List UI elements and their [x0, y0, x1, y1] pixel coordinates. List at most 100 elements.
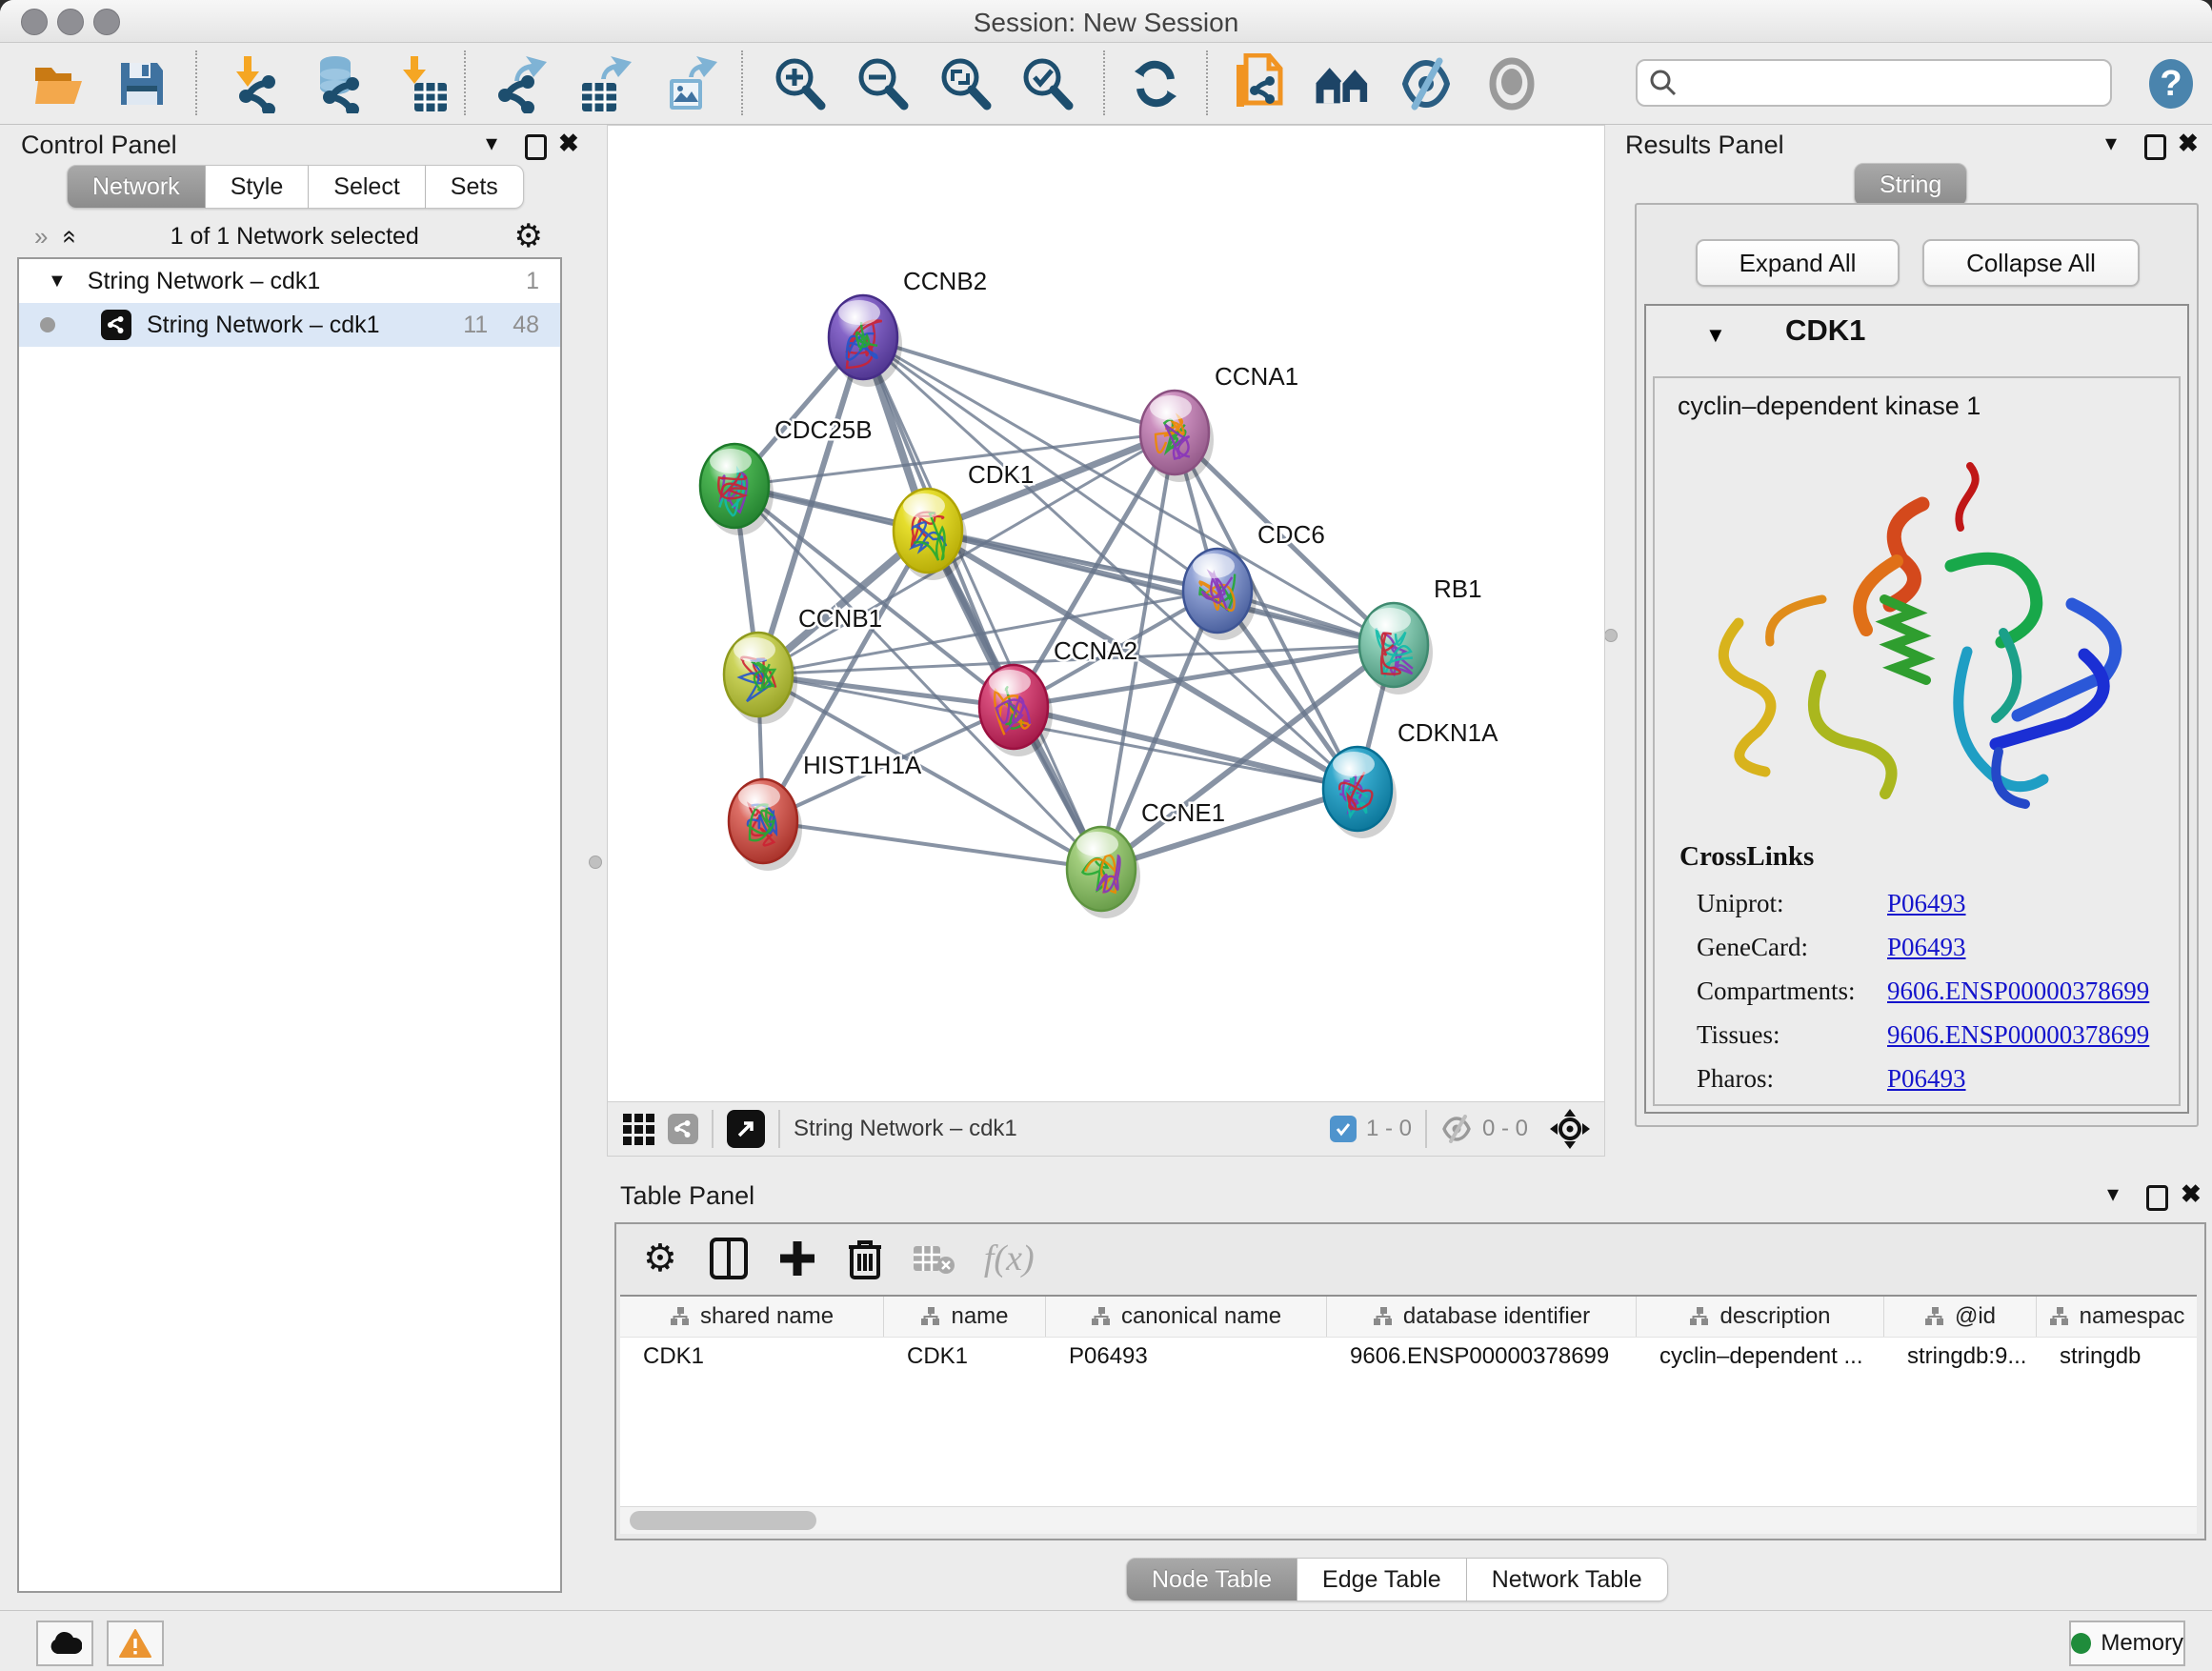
float-panel-icon[interactable]: [525, 134, 547, 160]
crosslink-value[interactable]: 9606.ENSP00000378699: [1887, 976, 2149, 1006]
network-node-ccna1[interactable]: CCNA1: [1140, 362, 1298, 482]
table-row[interactable]: CDK1 CDK1 P06493 9606.ENSP00000378699 cy…: [620, 1337, 2197, 1376]
zoom-selected-icon[interactable]: [1017, 54, 1076, 113]
crosslink-value[interactable]: P06493: [1887, 933, 1966, 962]
open-in-browser-icon[interactable]: [727, 1110, 765, 1148]
network-node-ccne1[interactable]: CCNE1: [1067, 798, 1225, 918]
network-share-icon[interactable]: [668, 1114, 698, 1144]
import-table-icon[interactable]: [392, 54, 452, 113]
export-network-icon[interactable]: [493, 54, 552, 113]
network-edge[interactable]: [863, 337, 1394, 645]
table-header-row: shared name name canonical name database…: [620, 1297, 2197, 1337]
first-neighbors-icon[interactable]: [1313, 54, 1372, 113]
float-panel-icon[interactable]: [2144, 134, 2166, 160]
tab-network-table[interactable]: Network Table: [1467, 1558, 1668, 1601]
network-node-hist1h1a[interactable]: HIST1H1A: [729, 751, 922, 871]
fit-content-crosshair-icon[interactable]: [1549, 1108, 1591, 1150]
tab-edge-table[interactable]: Edge Table: [1297, 1558, 1467, 1601]
crosslink-value[interactable]: 9606.ENSP00000378699: [1887, 1020, 2149, 1050]
tab-node-table[interactable]: Node Table: [1126, 1558, 1297, 1601]
create-column-plus-icon[interactable]: [778, 1239, 816, 1278]
tab-style[interactable]: Style: [206, 165, 310, 209]
cloud-status-button[interactable]: [36, 1621, 93, 1666]
network-collection-row[interactable]: ▼ String Network – cdk1 1: [19, 259, 560, 303]
function-builder-icon[interactable]: f(x): [984, 1238, 1035, 1279]
column-header[interactable]: database identifier: [1327, 1297, 1637, 1337]
hide-selected-icon[interactable]: [1397, 54, 1456, 113]
title-bar: Session: New Session: [0, 0, 2212, 43]
column-header[interactable]: shared name: [620, 1297, 884, 1337]
column-header[interactable]: canonical name: [1046, 1297, 1327, 1337]
vertical-splitter-handle[interactable]: [589, 856, 602, 869]
network-label: String Network – cdk1: [147, 312, 380, 339]
delete-table-icon[interactable]: [912, 1242, 955, 1275]
horizontal-scrollbar[interactable]: [620, 1506, 2197, 1534]
column-header[interactable]: description: [1637, 1297, 1884, 1337]
network-edge[interactable]: [863, 337, 1101, 869]
export-image-icon[interactable]: [661, 54, 720, 113]
control-panel-title: Control Panel: [21, 131, 177, 160]
network-node-cdc25b[interactable]: CDC25B: [700, 415, 873, 535]
collapse-panel-icon[interactable]: ▾: [486, 134, 497, 153]
node-label: CDC6: [1257, 520, 1325, 549]
import-network-icon[interactable]: [224, 54, 283, 113]
table-settings-gear-icon[interactable]: ⚙: [643, 1237, 677, 1280]
tab-network[interactable]: Network: [67, 165, 206, 209]
node-label: CDKN1A: [1398, 718, 1498, 747]
expand-all-tree-icon[interactable]: »: [34, 222, 48, 252]
memory-button[interactable]: Memory: [2069, 1621, 2185, 1666]
open-session-icon[interactable]: [30, 54, 90, 113]
float-panel-icon[interactable]: [2146, 1185, 2168, 1211]
zoom-out-icon[interactable]: [853, 54, 912, 113]
import-database-icon[interactable]: [307, 54, 366, 113]
collapse-panel-icon[interactable]: ▾: [2105, 134, 2117, 153]
refresh-icon[interactable]: [1126, 54, 1185, 113]
show-columns-icon[interactable]: [710, 1238, 748, 1279]
node-label: CCNE1: [1141, 798, 1225, 827]
annotation-share-icon[interactable]: [1231, 54, 1290, 113]
network-node-cdkn1a[interactable]: CDKN1A: [1323, 718, 1498, 838]
warnings-button[interactable]: [107, 1621, 164, 1666]
network-node-rb1[interactable]: RB1: [1359, 574, 1482, 695]
network-node-ccna2[interactable]: CCNA2: [979, 636, 1137, 756]
crosslink-value[interactable]: P06493: [1887, 1064, 1966, 1094]
selected-checkbox-icon[interactable]: [1330, 1116, 1357, 1142]
tab-sets[interactable]: Sets: [426, 165, 524, 209]
tab-select[interactable]: Select: [309, 165, 425, 209]
chevron-down-icon[interactable]: ▼: [1705, 323, 1726, 348]
network-node-ccnb1[interactable]: CCNB1: [724, 604, 882, 724]
chevron-down-icon[interactable]: ▼: [48, 271, 67, 292]
scrollbar-thumb[interactable]: [630, 1511, 816, 1530]
crosslink-value[interactable]: P06493: [1887, 889, 1966, 918]
help-icon[interactable]: ?: [2142, 54, 2201, 113]
column-header[interactable]: namespac: [2037, 1297, 2197, 1337]
crosslink-label: Pharos:: [1697, 1064, 1887, 1094]
close-panel-icon[interactable]: ✖: [2181, 1183, 2202, 1204]
close-panel-icon[interactable]: ✖: [2178, 132, 2199, 153]
gear-icon[interactable]: ⚙: [514, 222, 543, 251]
network-canvas[interactable]: CCNB2CCNA1CDC25BCDK1CDC6RB1CCNB1CCNA2CDK…: [607, 125, 1605, 1103]
export-table-icon[interactable]: [575, 54, 634, 113]
network-edge[interactable]: [763, 821, 1101, 869]
collapse-all-button[interactable]: Collapse All: [1922, 239, 2140, 287]
node-count: 11: [463, 312, 488, 339]
birds-eye-grid-icon[interactable]: [623, 1114, 654, 1145]
status-bar: Memory: [0, 1610, 2212, 1671]
collapse-panel-icon[interactable]: ▾: [2107, 1185, 2119, 1204]
column-header[interactable]: @id: [1884, 1297, 2037, 1337]
tab-string[interactable]: String: [1854, 163, 1967, 207]
expand-all-button[interactable]: Expand All: [1696, 239, 1900, 287]
network-edge[interactable]: [863, 337, 1175, 433]
network-row[interactable]: String Network – cdk1 11 48: [19, 303, 560, 347]
search-input[interactable]: [1636, 59, 2112, 107]
close-panel-icon[interactable]: ✖: [558, 132, 579, 153]
results-panel-tabs: String: [1854, 163, 1967, 207]
show-all-icon[interactable]: [1482, 54, 1541, 113]
save-session-icon[interactable]: [112, 54, 171, 113]
delete-column-trash-icon[interactable]: [847, 1238, 883, 1279]
network-edge[interactable]: [1101, 789, 1357, 869]
column-header[interactable]: name: [884, 1297, 1046, 1337]
zoom-fit-icon[interactable]: [935, 54, 995, 113]
zoom-in-icon[interactable]: [770, 54, 829, 113]
collapse-all-tree-icon[interactable]: »: [53, 230, 83, 243]
